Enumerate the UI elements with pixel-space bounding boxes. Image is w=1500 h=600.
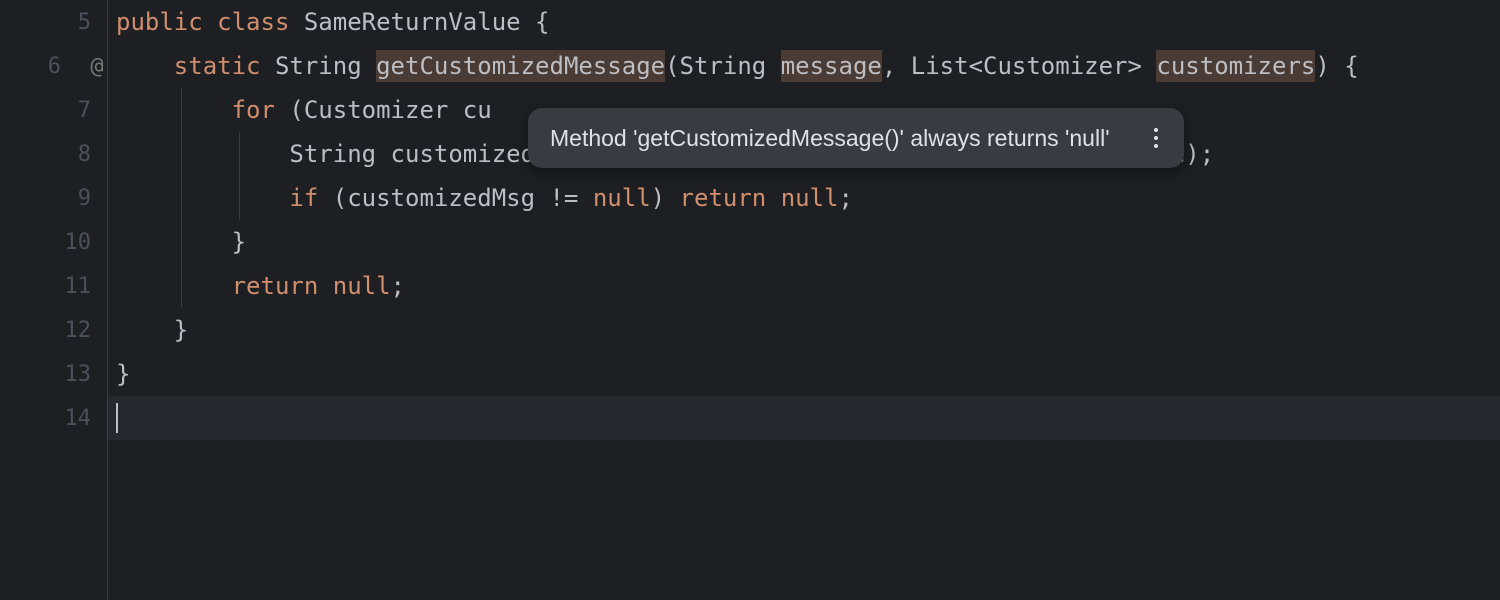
keyword-static: static (174, 52, 261, 80)
gutter-row[interactable]: 14 (0, 396, 107, 440)
gutter-row[interactable]: 12 (0, 308, 107, 352)
code-line-12[interactable]: } (108, 308, 1500, 352)
code-line-10[interactable]: } (108, 220, 1500, 264)
gutter-row[interactable]: 11 (0, 264, 107, 308)
indent-guide (181, 88, 182, 132)
line-number: 11 (55, 274, 91, 299)
brace: } (174, 316, 188, 344)
indent-guide (181, 176, 182, 220)
brace: } (116, 360, 130, 388)
line-gutter: 5 6 @ 7 8 9 10 11 12 13 14 (0, 0, 108, 600)
code-line-13[interactable]: } (108, 352, 1500, 396)
rparen: ) (1315, 52, 1329, 80)
code-line-11[interactable]: return null; (108, 264, 1500, 308)
keyword-public: public (116, 8, 203, 36)
more-actions-icon[interactable] (1150, 124, 1162, 152)
keyword-class: class (217, 8, 289, 36)
type-string: String (289, 140, 376, 168)
indent (116, 316, 174, 344)
param-type: List<Customizer> (911, 52, 1157, 80)
keyword-return: return (680, 184, 767, 212)
line-number: 12 (55, 318, 91, 343)
space (318, 272, 332, 300)
code-line-6[interactable]: static String getCustomizedMessage(Strin… (108, 44, 1500, 88)
param-name-highlighted: message (781, 50, 882, 82)
brace: } (232, 228, 246, 256)
indent (116, 228, 232, 256)
code-editor[interactable]: 5 6 @ 7 8 9 10 11 12 13 14 public (0, 0, 1500, 600)
indent (116, 140, 289, 168)
line-number: 7 (55, 98, 91, 123)
gutter-row[interactable]: 13 (0, 352, 107, 396)
keyword-return: return (232, 272, 319, 300)
semicolon: ; (839, 184, 853, 212)
method-name-highlighted: getCustomizedMessage (376, 50, 665, 82)
inspection-tooltip[interactable]: Method 'getCustomizedMessage()' always r… (528, 108, 1184, 168)
line-number: 10 (55, 230, 91, 255)
gutter-row[interactable]: 8 (0, 132, 107, 176)
keyword-if: if (289, 184, 318, 212)
line-number: 9 (55, 186, 91, 211)
keyword-for: for (232, 96, 275, 124)
brace: { (1330, 52, 1359, 80)
indent (116, 96, 232, 124)
condition: (customizedMsg != (318, 184, 593, 212)
class-name: SameReturnValue (304, 8, 521, 36)
indent-guide (181, 132, 182, 176)
line-number: 8 (55, 142, 91, 167)
line-number: 13 (55, 362, 91, 387)
gutter-row[interactable]: 9 (0, 176, 107, 220)
brace: { (521, 8, 550, 36)
code-text: (Customizer cu (275, 96, 492, 124)
line-number: 5 (55, 10, 91, 35)
override-icon[interactable]: @ (85, 54, 109, 79)
param-name-highlighted: customizers (1156, 50, 1315, 82)
indent-guide (239, 132, 240, 176)
lparen: ( (665, 52, 679, 80)
indent-guide (181, 264, 182, 308)
code-line-14-current[interactable] (108, 396, 1500, 440)
line-number: 6 (25, 54, 61, 79)
param-type: String (680, 52, 781, 80)
indent (116, 52, 174, 80)
code-line-9[interactable]: if (customizedMsg != null) return null; (108, 176, 1500, 220)
null-literal: null (333, 272, 391, 300)
code-line-5[interactable]: public class SameReturnValue { (108, 0, 1500, 44)
text-cursor (116, 403, 118, 433)
type-string: String (275, 52, 362, 80)
line-number: 14 (55, 406, 91, 431)
indent (116, 272, 232, 300)
indent-guide (181, 220, 182, 264)
null-literal: null (781, 184, 839, 212)
null-literal: null (593, 184, 651, 212)
gutter-row[interactable]: 5 (0, 0, 107, 44)
semicolon: ; (391, 272, 405, 300)
gutter-row[interactable]: 7 (0, 88, 107, 132)
gutter-row[interactable]: 6 @ (0, 44, 107, 88)
indent-guide (239, 176, 240, 220)
space (766, 184, 780, 212)
gutter-row[interactable]: 10 (0, 220, 107, 264)
comma: , (882, 52, 911, 80)
rparen-space: ) (651, 184, 680, 212)
indent (116, 184, 289, 212)
tooltip-message: Method 'getCustomizedMessage()' always r… (550, 125, 1110, 152)
code-area[interactable]: public class SameReturnValue { static St… (108, 0, 1500, 600)
